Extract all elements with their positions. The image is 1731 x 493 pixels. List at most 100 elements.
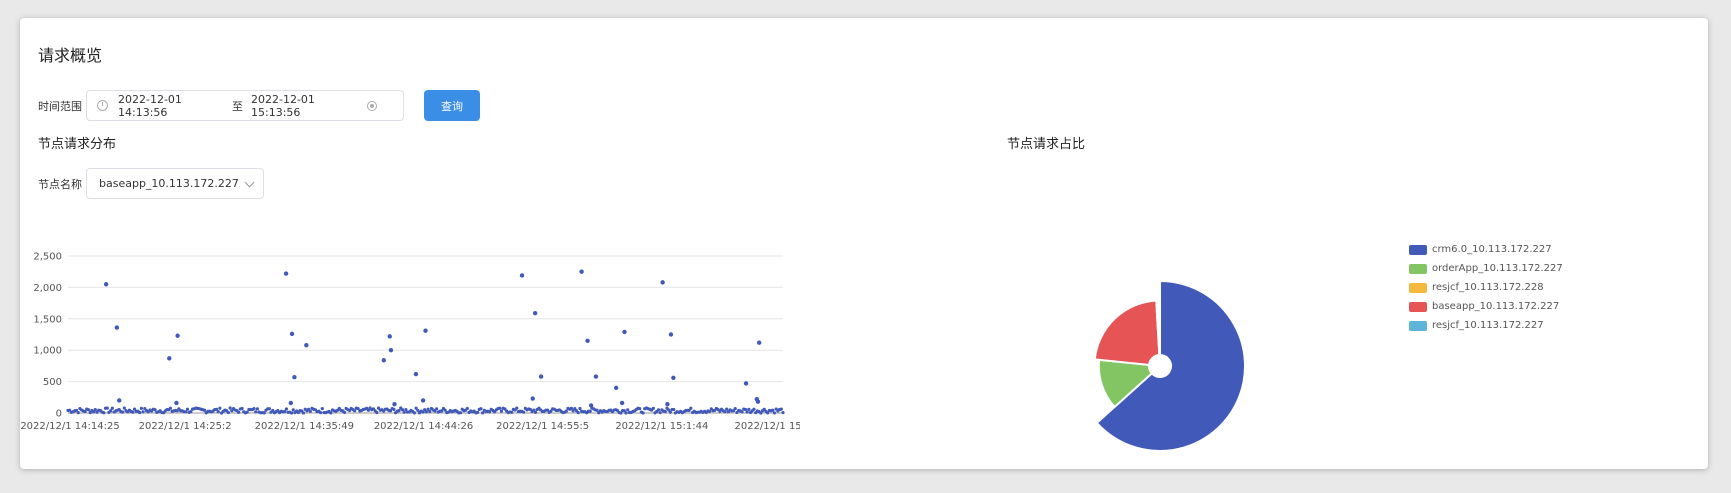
data-point [308, 409, 312, 413]
data-point [185, 407, 190, 411]
data-point [672, 407, 676, 412]
data-point [465, 406, 469, 411]
legend-item[interactable]: resjcf_10.113.172.227 [1409, 316, 1563, 335]
data-point [388, 348, 394, 353]
data-point [240, 406, 244, 411]
x-tick-label: 2022/12/1 14:44:26 [374, 421, 473, 432]
data-point [175, 333, 180, 338]
range-end-input[interactable]: 2022-12-01 15:13:56 [251, 93, 363, 119]
data-point [624, 411, 628, 415]
range-start-input[interactable]: 2022-12-01 14:13:56 [118, 93, 232, 119]
data-point [86, 408, 91, 412]
y-tick-label: 500 [43, 377, 62, 388]
data-point [745, 410, 749, 414]
legend-swatch [1409, 263, 1427, 274]
node-select-value: baseapp_10.113.172.227 [99, 177, 239, 190]
chevron-down-icon [244, 177, 255, 188]
legend-item[interactable]: baseapp_10.113.172.227 [1409, 297, 1563, 316]
data-point [387, 334, 392, 339]
legend-item[interactable]: orderApp_10.113.172.227 [1409, 259, 1563, 278]
legend-swatch [1409, 301, 1427, 312]
data-point [167, 356, 172, 361]
data-point [428, 409, 432, 414]
data-point [289, 411, 294, 415]
data-point [318, 411, 323, 415]
range-separator: 至 [232, 99, 243, 113]
data-point [622, 329, 627, 335]
data-point [284, 407, 289, 411]
data-point [585, 338, 590, 343]
legend-label: resjcf_10.113.172.227 [1432, 320, 1544, 331]
data-point [638, 407, 642, 411]
y-tick-label: 0 [56, 409, 62, 420]
node-select[interactable]: baseapp_10.113.172.227 [86, 168, 264, 199]
time-range-label: 时间范围 [38, 99, 82, 113]
node-name-label: 节点名称 [38, 177, 82, 191]
data-point [412, 411, 417, 415]
data-point [301, 411, 306, 415]
data-point [498, 406, 502, 410]
data-point [413, 371, 419, 377]
legend-label: crm6.0_10.113.172.227 [1432, 244, 1552, 255]
y-tick-label: 2,000 [33, 283, 62, 294]
data-point [747, 407, 751, 411]
data-point [174, 400, 179, 406]
query-button[interactable]: 查询 [424, 90, 480, 121]
x-tick-label: 2022/12/1 14:14:25 [20, 421, 119, 432]
data-point [668, 332, 674, 337]
data-point [665, 402, 670, 407]
data-point [283, 271, 289, 276]
x-tick-label: 2022/12/1 15:1:44 [615, 421, 708, 432]
data-point [420, 398, 426, 403]
pie-slice [1157, 309, 1161, 357]
data-point [740, 410, 744, 414]
data-point [342, 410, 347, 414]
pie-chart [1093, 279, 1246, 452]
data-point [668, 410, 672, 414]
legend-swatch [1409, 244, 1427, 255]
data-point [781, 410, 785, 415]
y-tick-label: 1,000 [33, 346, 62, 357]
node-filter-row: 节点名称 baseapp_10.113.172.227 [38, 168, 264, 199]
data-point [117, 398, 122, 403]
data-point [216, 410, 220, 414]
data-point [522, 410, 526, 414]
legend-item[interactable]: crm6.0_10.113.172.227 [1409, 240, 1563, 259]
data-point [131, 410, 135, 414]
clear-icon[interactable] [367, 100, 377, 111]
data-point [458, 411, 463, 415]
data-point [755, 399, 761, 404]
legend-label: resjcf_10.113.172.228 [1432, 282, 1544, 293]
legend-item[interactable]: resjcf_10.113.172.228 [1409, 278, 1563, 297]
data-point [423, 328, 428, 333]
data-point [228, 406, 232, 410]
legend-label: baseapp_10.113.172.227 [1432, 301, 1560, 312]
x-tick-label: 2022/12/1 15:11:0 [734, 421, 800, 432]
data-point [733, 407, 737, 411]
time-filter-row: 时间范围 2022-12-01 14:13:56 至 2022-12-01 15… [38, 89, 480, 122]
data-point [226, 410, 231, 415]
data-point [593, 374, 599, 379]
data-point [329, 411, 333, 415]
data-point [402, 410, 406, 414]
data-point [138, 410, 142, 415]
data-point [381, 358, 386, 363]
data-point [479, 407, 483, 411]
data-point [538, 374, 544, 379]
data-point [651, 406, 655, 411]
data-point [320, 406, 324, 411]
data-point [532, 310, 538, 316]
data-point [756, 340, 762, 345]
data-point [392, 407, 396, 411]
time-range-picker[interactable]: 2022-12-01 14:13:56 至 2022-12-01 15:13:5… [86, 90, 404, 121]
data-point [658, 411, 662, 415]
overview-card: 请求概览 时间范围 2022-12-01 14:13:56 至 2022-12-… [20, 18, 1708, 469]
data-point [626, 408, 630, 412]
pie-slice [1093, 299, 1161, 366]
data-point [671, 375, 676, 381]
data-point [122, 406, 126, 410]
data-point [752, 407, 756, 411]
legend-swatch [1409, 320, 1427, 331]
data-point [254, 410, 258, 414]
data-point [237, 410, 241, 414]
